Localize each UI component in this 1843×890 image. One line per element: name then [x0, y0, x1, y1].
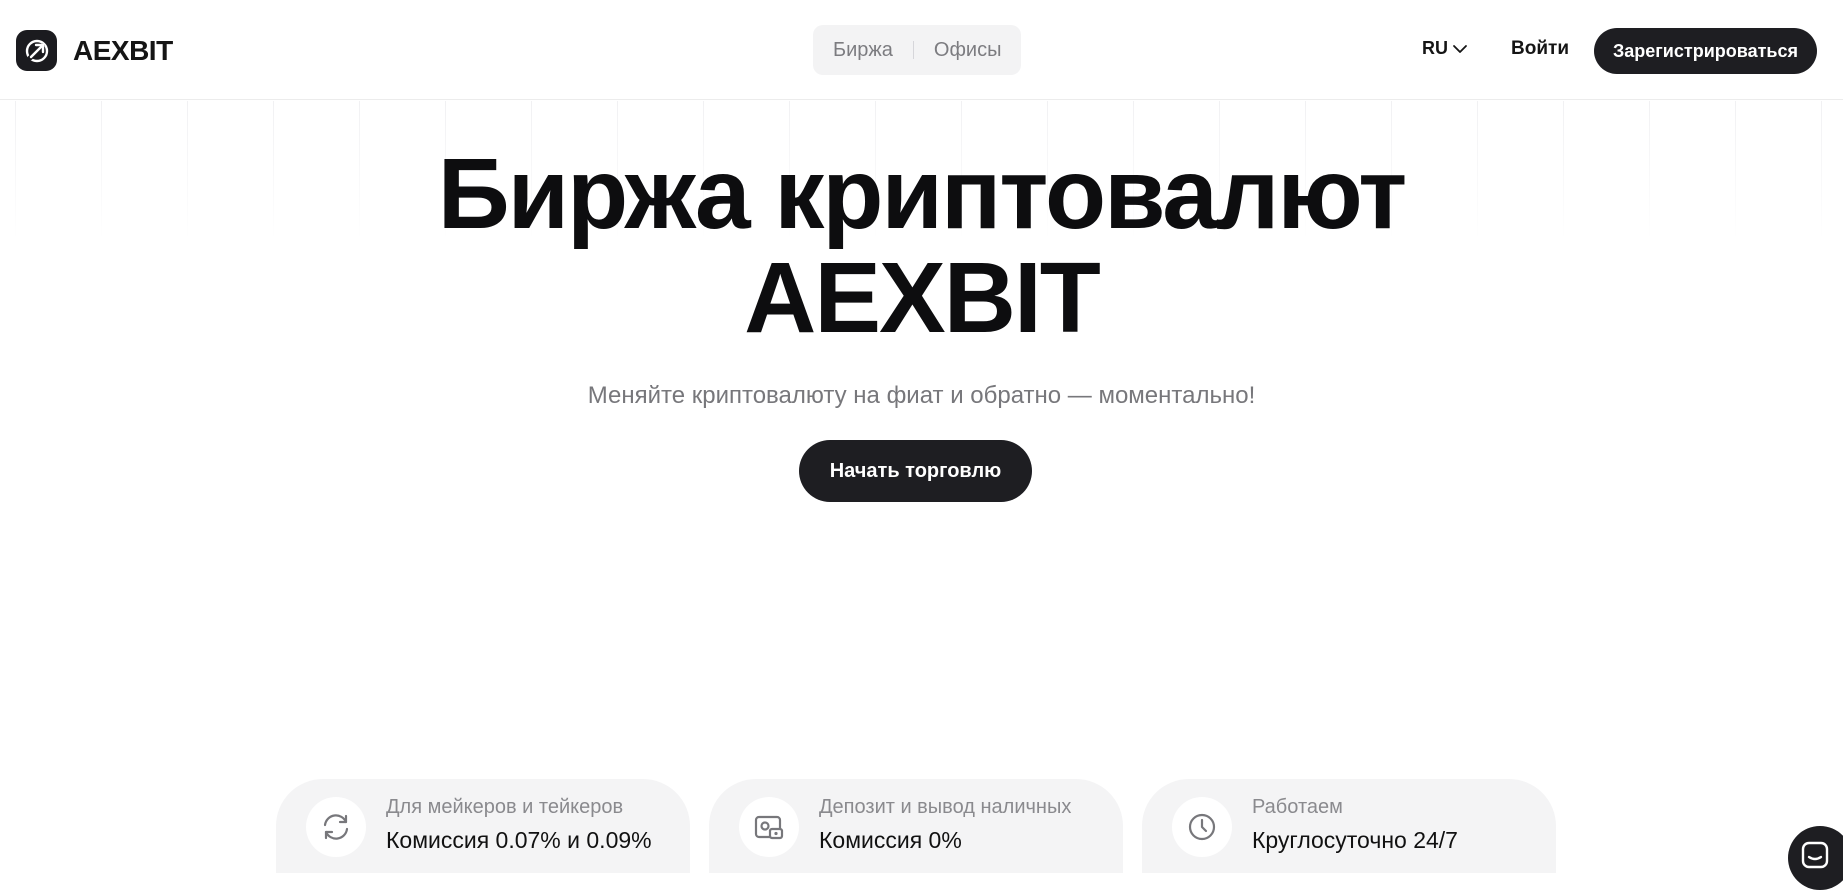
cash-icon: [739, 797, 799, 857]
feature-value: Комиссия 0%: [819, 827, 962, 853]
start-trading-button[interactable]: Начать торговлю: [799, 440, 1032, 502]
top-navigation-bar: AEXBIT Биржа Офисы RU Войти Зарегистриро…: [0, 0, 1843, 100]
feature-card-hours: Работаем Круглосуточно 24/7: [1142, 779, 1556, 873]
language-label: RU: [1422, 38, 1448, 58]
language-selector[interactable]: RU: [1422, 38, 1468, 59]
support-chat-button[interactable]: [1788, 826, 1843, 890]
feature-label: Для мейкеров и тейкеров: [386, 796, 624, 818]
feature-card-cash: Депозит и вывод наличных Комиссия 0%: [709, 779, 1123, 873]
login-link[interactable]: Войти: [1511, 38, 1569, 60]
brand-logo[interactable]: AEXBIT: [16, 30, 173, 71]
brand-name: AEXBIT: [73, 34, 173, 66]
register-button[interactable]: Зарегистрироваться: [1594, 28, 1817, 74]
nav-exchange[interactable]: Биржа: [833, 39, 893, 62]
nav-offices[interactable]: Офисы: [934, 39, 1002, 62]
refresh-icon: [306, 797, 366, 857]
nav-divider: [912, 41, 914, 59]
feature-value: Круглосуточно 24/7: [1252, 827, 1458, 853]
clock-icon: [1172, 797, 1232, 857]
hero-title: Биржа криптовалют AEXBIT: [0, 142, 1843, 350]
feature-label: Работаем: [1252, 796, 1343, 818]
chevron-down-icon: [1453, 44, 1467, 53]
rocket-logo-icon: [16, 30, 57, 71]
hero-title-line2: AEXBIT: [744, 242, 1101, 354]
feature-label: Депозит и вывод наличных: [819, 796, 1072, 818]
feature-value: Комиссия 0.07% и 0.09%: [386, 827, 652, 853]
chat-icon: [1801, 841, 1829, 869]
feature-card-commission: Для мейкеров и тейкеров Комиссия 0.07% и…: [276, 779, 690, 873]
hero-subtitle: Меняйте криптовалюту на фиат и обратно —…: [587, 382, 1256, 409]
main-nav-segmented-control: Биржа Офисы: [813, 25, 1021, 75]
hero-title-line1: Биржа криптовалют: [437, 138, 1408, 250]
